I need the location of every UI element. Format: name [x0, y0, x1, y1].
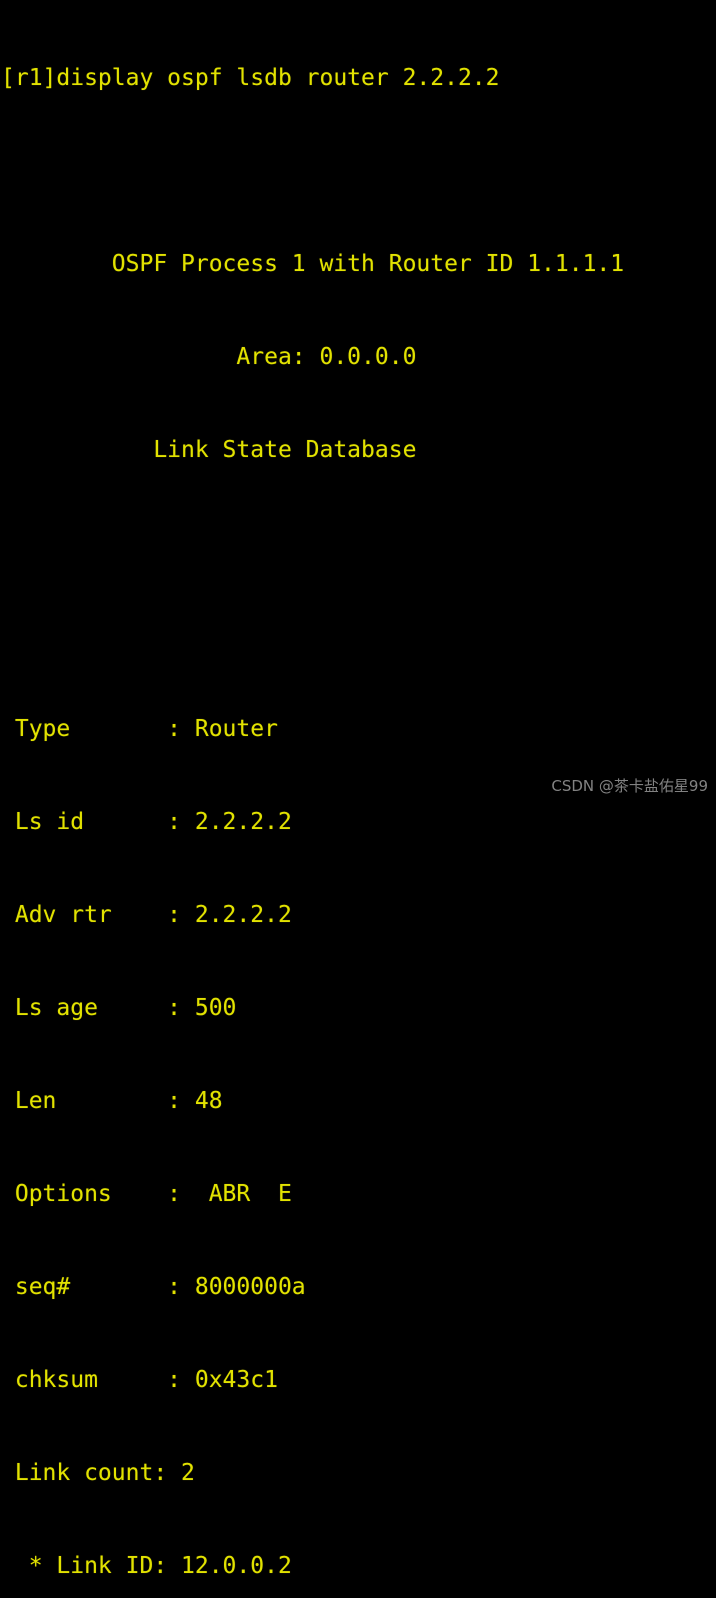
lsa-ls-id-line: Ls id : 2.2.2.2: [1, 809, 292, 835]
lsa-adv-rtr-line: Adv rtr : 2.2.2.2: [1, 902, 292, 928]
lsa-chksum-line: chksum : 0x43c1: [1, 1367, 278, 1393]
ospf-process-header-line: OSPF Process 1 with Router ID 1.1.1.1: [1, 251, 625, 277]
lsa-type-line: Type : Router: [1, 716, 278, 742]
csdn-watermark: CSDN @茶卡盐佑星99: [551, 777, 708, 795]
command-prompt-line: [r1]display ospf lsdb router 2.2.2.2: [1, 65, 500, 91]
lsa-link-count-line: Link count: 2: [1, 1460, 195, 1486]
lsa-seq-line: seq# : 8000000a: [1, 1274, 306, 1300]
lsdb-title-line: Link State Database: [1, 437, 417, 463]
ospf-area-header-line: Area: 0.0.0.0: [1, 344, 417, 370]
lsa-options-line: Options : ABR E: [1, 1181, 292, 1207]
link1-id-line: * Link ID: 12.0.0.2: [1, 1553, 292, 1579]
lsa-ls-age-line: Ls age : 500: [1, 995, 237, 1021]
terminal-window: [r1]display ospf lsdb router 2.2.2.2 OSP…: [0, 0, 716, 1579]
lsa-len-line: Len : 48: [1, 1088, 223, 1114]
terminal-output: [r1]display ospf lsdb router 2.2.2.2 OSP…: [1, 1, 624, 1598]
